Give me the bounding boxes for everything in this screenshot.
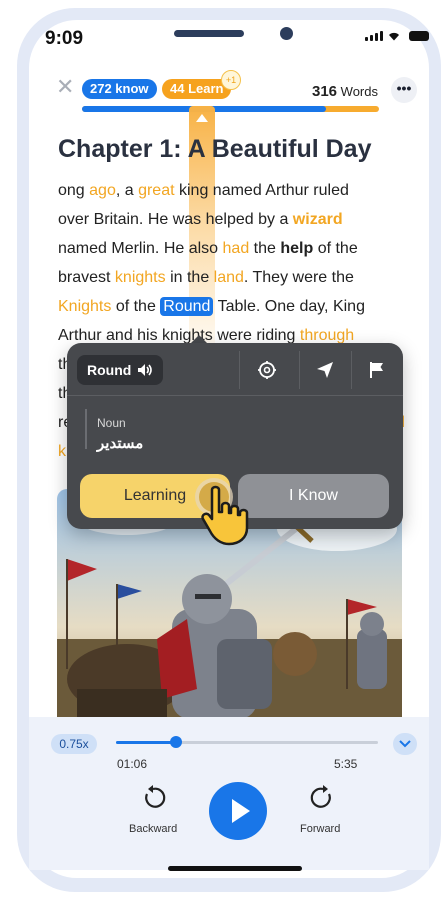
home-indicator (168, 866, 302, 871)
close-icon[interactable]: ✕ (56, 76, 74, 98)
word-count-unit: Words (340, 84, 378, 99)
play-button[interactable] (209, 782, 267, 840)
flag-icon (370, 362, 383, 378)
i-know-button[interactable]: I Know (238, 474, 389, 518)
status-icons (365, 30, 429, 41)
audio-scrubber-fill (116, 741, 177, 744)
tap-hand-icon (201, 485, 249, 546)
translation-text: مستدير (97, 435, 144, 452)
current-time: 01:06 (117, 757, 148, 771)
text-span: Arthur and his knights were riding (58, 327, 300, 344)
word-learning[interactable]: land (214, 269, 244, 286)
text-span: king named Arthur ruled (174, 182, 349, 199)
word-learning[interactable]: had (223, 240, 250, 257)
text-span: , a (115, 182, 139, 199)
dynamic-island (174, 30, 244, 37)
share-icon (317, 362, 333, 378)
forward-label: Forward (300, 823, 341, 835)
text-span: over Britain. He was helped by a (58, 211, 293, 228)
backward-icon[interactable] (139, 784, 167, 812)
story-line: bravest knights in the land. They were t… (58, 263, 403, 292)
part-of-speech: Noun (97, 416, 126, 430)
popup-word: Round (87, 362, 132, 378)
text-span: bravest (58, 269, 115, 286)
story-line: named Merlin. He also had the help of th… (58, 234, 403, 263)
play-icon (232, 799, 250, 823)
word-learning[interactable]: great (138, 182, 174, 199)
word-count: 316 Words (312, 83, 378, 100)
text-span: named Merlin. He also (58, 240, 223, 257)
toolbar-divider (299, 351, 300, 389)
toolbar-divider (351, 351, 352, 389)
status-time: 9:09 (45, 28, 84, 49)
text-span: Table. One day, King (213, 298, 365, 315)
chapter-title: Chapter 1: A Beautiful Day (58, 135, 372, 163)
more-options-button[interactable]: ••• (391, 77, 417, 103)
reading-progress-bar (82, 106, 379, 112)
toolbar-divider (239, 351, 240, 389)
text-span: of the (111, 298, 161, 315)
wifi-icon (389, 32, 399, 41)
beam-arrow-icon (196, 114, 208, 122)
settings-button[interactable] (245, 351, 289, 389)
audio-scrubber[interactable] (116, 741, 378, 744)
battery-icon (409, 31, 429, 41)
known-count-badge[interactable]: 272 know (82, 79, 157, 99)
chevron-down-icon (399, 740, 411, 748)
text-span: the (249, 240, 281, 257)
text-span: ong (58, 182, 90, 199)
word-learning[interactable]: ago (89, 182, 116, 199)
total-time: 5:35 (334, 757, 358, 771)
word-learning[interactable]: wizard (293, 211, 343, 228)
text-span: in the (165, 269, 214, 286)
popup-word-chip[interactable]: Round (77, 355, 164, 385)
popup-divider (67, 395, 403, 396)
collapse-player-button[interactable] (393, 733, 417, 755)
text-span: of the (313, 240, 358, 257)
word-new[interactable]: help (280, 240, 313, 257)
story-line: Knights of the Round Table. One day, Kin… (58, 292, 403, 321)
word-learning[interactable]: through (300, 327, 354, 344)
forward-icon[interactable] (309, 784, 337, 812)
settings-icon (258, 361, 276, 379)
word-learning[interactable]: knights (115, 269, 166, 286)
word-count-number: 316 (312, 83, 338, 100)
text-span: . They were the (243, 269, 354, 286)
story-line: over Britain. He was helped by a wizard (58, 205, 403, 234)
definition-bar (85, 409, 87, 449)
playback-speed-button[interactable]: 0.75x (51, 734, 97, 754)
speaker-icon[interactable] (137, 363, 153, 377)
story-line: ong ago, a great king named Arthur ruled (58, 176, 403, 205)
word-learning[interactable]: Knights (58, 298, 111, 315)
camera-dot (280, 27, 293, 40)
plus-one-badge: +1 (221, 70, 241, 90)
share-button[interactable] (303, 351, 347, 389)
signal-icon (365, 31, 383, 41)
backward-label: Backward (129, 823, 178, 835)
text-fragment: k (58, 443, 66, 460)
report-button[interactable] (355, 351, 399, 389)
selected-word[interactable]: Round (160, 297, 214, 316)
